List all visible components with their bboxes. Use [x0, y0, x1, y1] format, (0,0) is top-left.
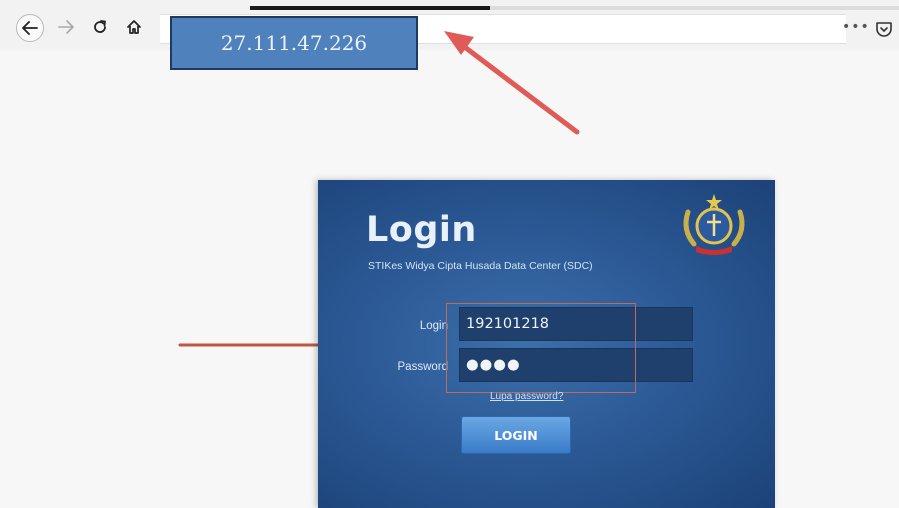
home-button[interactable]: [121, 14, 147, 40]
forward-button[interactable]: [53, 14, 79, 40]
login-title: Login: [366, 210, 477, 250]
pocket-button[interactable]: [874, 19, 894, 39]
ip-address-annotation: 27.111.47.226: [170, 16, 418, 70]
pocket-icon: [876, 22, 892, 37]
forward-arrow-icon: [58, 20, 74, 34]
credentials-highlight: [446, 303, 636, 393]
home-icon: [127, 20, 141, 34]
ip-address-text: 27.111.47.226: [220, 31, 368, 55]
login-button[interactable]: LOGIN: [461, 416, 571, 454]
forgot-password-link[interactable]: Lupa password?: [490, 391, 563, 402]
browser-toolbar: •••: [0, 0, 899, 50]
reload-icon: [94, 20, 106, 33]
page-loading-progress-fill: [250, 6, 491, 10]
reload-button[interactable]: [87, 14, 113, 40]
login-panel: Login STIKes Widya Cipta Husada Data Cen…: [318, 180, 775, 508]
password-label: Password: [397, 361, 449, 373]
more-dots-icon[interactable]: •••: [842, 20, 870, 34]
login-subtitle: STIKes Widya Cipta Husada Data Center (S…: [368, 260, 593, 272]
back-arrow-icon: [22, 21, 38, 35]
institution-emblem-icon: [674, 192, 754, 258]
back-button[interactable]: [16, 14, 44, 42]
page-loading-progress: [250, 6, 899, 10]
login-label: Login: [419, 320, 448, 332]
